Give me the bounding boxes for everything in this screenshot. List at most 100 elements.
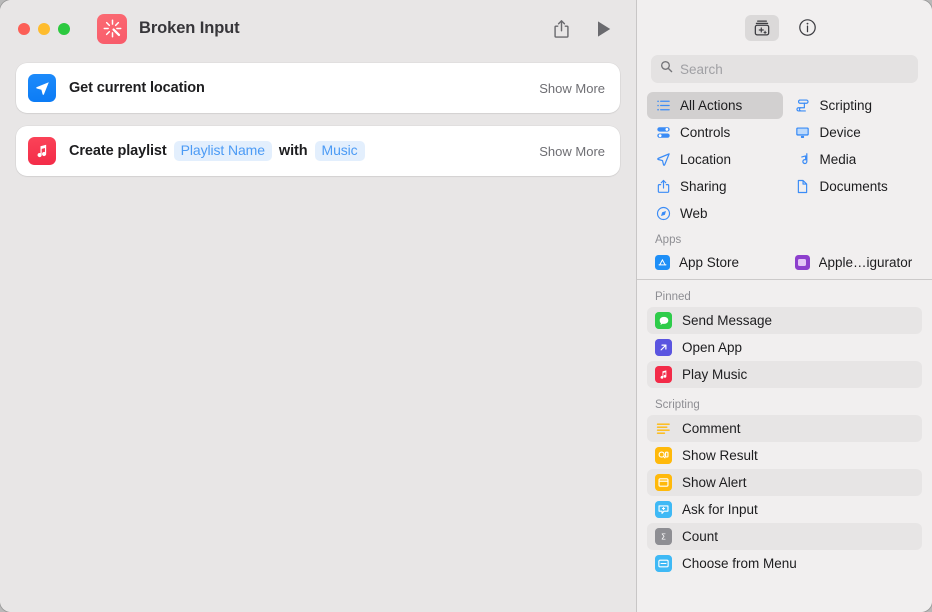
action-results-list[interactable]: Pinned Send Message Open App Play Music … [637,280,932,612]
action-label: Play Music [682,367,748,382]
action-library-button[interactable] [744,14,779,41]
scripting-section-header: Scripting [655,399,700,411]
sigma-count-icon: Σ [655,528,672,545]
app-label: Apple…igurator [818,255,913,270]
action-label: Send Message [682,313,773,328]
ask-for-input-icon [655,501,672,518]
choose-menu-icon [655,555,672,572]
location-arrow-icon [655,152,671,168]
show-alert-icon [655,474,672,491]
action-label: Choose from Menu [682,556,797,571]
action-item-show-result[interactable]: Show Result [647,442,922,469]
apps-group-header: Apps [655,234,682,246]
window-titlebar: Broken Input [0,0,636,57]
titlebar-actions [553,19,622,39]
category-device[interactable]: Device [787,119,923,146]
zoom-button[interactable] [58,22,70,35]
app-item-calculator[interactable]: Calculator [787,276,923,279]
action-item-comment[interactable]: Comment [647,415,922,442]
app-item-apple-configurator[interactable]: Apple…igurator [787,249,923,276]
category-documents[interactable]: Documents [787,173,923,200]
action-label: Show Result [682,448,758,463]
app-item-books[interactable]: Books [647,276,783,279]
music-note-icon [28,137,56,165]
action-conjunction: with [278,142,308,159]
action-item-show-alert[interactable]: Show Alert [647,469,922,496]
category-label: Sharing [680,179,727,194]
action-title: Get current location [69,80,205,96]
category-label: Media [819,152,857,167]
category-label: Web [680,206,708,221]
open-app-icon [655,339,672,356]
action-title: Create playlist [69,142,167,159]
sidebar-toolbar [637,0,932,55]
action-label: Count [682,529,719,544]
category-controls[interactable]: Controls [647,119,783,146]
action-item-play-music[interactable]: Play Music [647,361,922,388]
traffic-lights [18,22,70,35]
action-label: Open App [682,340,743,355]
action-label: Show Alert [682,475,747,490]
search-field[interactable] [651,55,918,83]
action-item-send-message[interactable]: Send Message [647,307,922,334]
apple-configurator-icon [794,255,810,270]
document-icon [795,179,811,195]
share-icon [655,179,671,195]
parameter-token-music[interactable]: Music [314,140,365,162]
info-button[interactable] [791,15,825,41]
shortcuts-app-icon [97,13,127,44]
app-label: App Store [679,255,740,270]
shortcut-editor-pane: Broken Input Get current location Show M… [0,0,636,612]
category-label: Controls [680,125,731,140]
category-location[interactable]: Location [647,146,783,173]
minimize-button[interactable] [38,22,50,35]
action-label: Comment [682,421,741,436]
action-description: Get current location [69,80,205,96]
comment-lines-icon [655,420,672,437]
switch-icon [655,125,671,141]
show-more-button[interactable]: Show More [539,144,605,159]
category-media[interactable]: Media [787,146,923,173]
action-item-open-app[interactable]: Open App [647,334,922,361]
category-sharing[interactable]: Sharing [647,173,783,200]
action-list: Get current location Show More Create pl… [0,57,636,176]
search-input[interactable] [680,61,909,77]
safari-compass-icon [655,206,671,222]
run-button[interactable] [596,20,612,38]
category-all-actions[interactable]: All Actions [647,92,783,119]
action-library-sidebar: All Actions Scripting [636,0,932,612]
action-card[interactable]: Get current location Show More [16,63,620,113]
display-icon [795,125,811,141]
svg-text:Σ: Σ [661,532,666,541]
category-label: Location [680,152,732,167]
app-item-app-store[interactable]: App Store [647,249,783,276]
action-card[interactable]: Create playlist Playlist Name with Music… [16,126,620,176]
show-result-icon [655,447,672,464]
close-button[interactable] [18,22,30,35]
music-note-icon [795,152,811,168]
category-grid: All Actions Scripting Controls Device Lo… [647,92,922,279]
show-more-button[interactable]: Show More [539,81,605,96]
search-icon [660,60,673,78]
pinned-section-header: Pinned [655,291,691,303]
shortcuts-window: Broken Input Get current location Show M… [0,0,932,612]
action-description: Create playlist Playlist Name with Music [69,140,365,162]
share-button[interactable] [553,19,570,39]
category-label: Device [819,125,861,140]
action-item-choose-from-menu[interactable]: Choose from Menu [647,550,922,577]
parameter-token-playlist-name[interactable]: Playlist Name [173,140,272,162]
category-label: All Actions [680,98,743,113]
scroll-icon [795,98,811,114]
category-scroll-area[interactable]: All Actions Scripting Controls Device Lo… [637,83,932,279]
action-label: Ask for Input [682,502,758,517]
page-title: Broken Input [139,19,240,37]
action-item-count[interactable]: Σ Count [647,523,922,550]
category-label: Scripting [819,98,873,113]
action-item-ask-for-input[interactable]: Ask for Input [647,496,922,523]
search-container [637,55,932,83]
category-scripting[interactable]: Scripting [787,92,923,119]
list-bullet-icon [655,98,671,114]
music-note-icon [655,366,672,383]
category-web[interactable]: Web [647,200,783,227]
app-store-icon [655,255,670,270]
